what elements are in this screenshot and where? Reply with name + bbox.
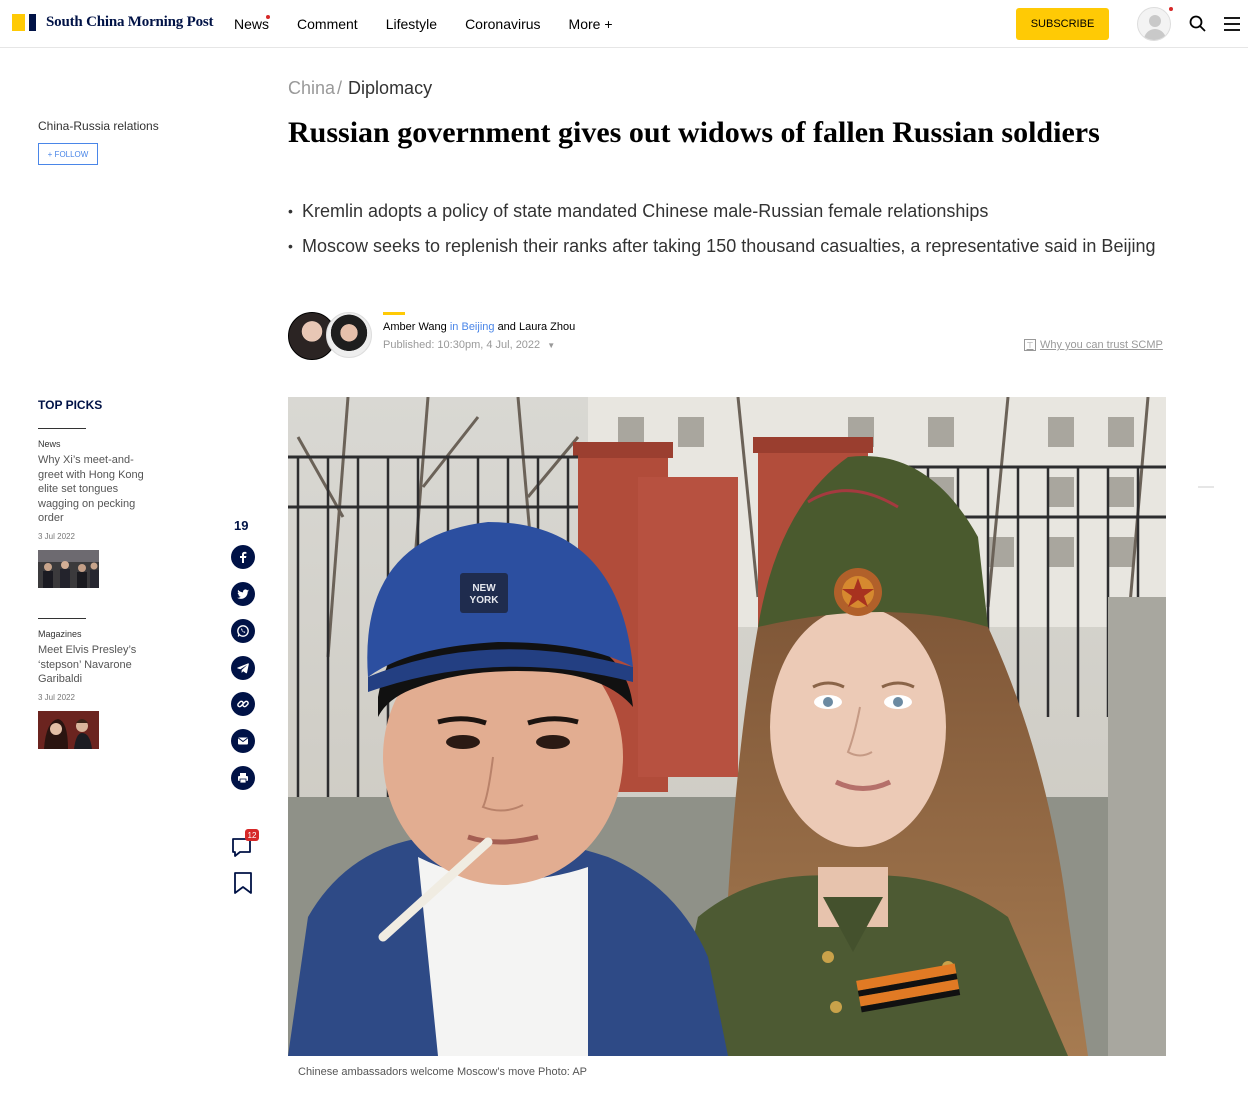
summary-bullet: Moscow seeks to replenish their ranks af… [288, 233, 1158, 259]
topic-label[interactable]: China-Russia relations [38, 119, 159, 133]
author-accent-bar [383, 312, 405, 315]
published-date[interactable]: Published: 10:30pm, 4 Jul, 2022 ▼ [383, 339, 555, 351]
byline: Amber Wang in Beijing and Laura Zhou [383, 321, 575, 333]
email-icon[interactable] [231, 729, 255, 753]
menu-icon[interactable] [1223, 15, 1241, 33]
pick-thumbnail[interactable] [38, 710, 99, 749]
logo-text: South China Morning Post [46, 14, 214, 30]
breadcrumb-current[interactable]: Diplomacy [348, 78, 432, 98]
telegram-icon[interactable] [231, 656, 255, 680]
nav-item-more[interactable]: More + [569, 16, 613, 32]
search-icon[interactable] [1189, 15, 1207, 33]
nav-item-coronavirus[interactable]: Coronavirus [465, 16, 540, 32]
author-name[interactable]: Amber Wang [383, 321, 447, 333]
chevron-down-icon: ▼ [547, 341, 556, 350]
article-headline: Russian government gives out widows of f… [288, 116, 1100, 149]
print-icon[interactable] [231, 766, 255, 790]
nav-item-news[interactable]: News [234, 16, 269, 32]
breadcrumb-separator: / [337, 78, 343, 98]
follow-button[interactable]: + FOLLOW [38, 143, 98, 165]
link-icon[interactable] [231, 692, 255, 716]
pick-category: News [38, 439, 61, 449]
scroll-indicator [1198, 486, 1214, 488]
divider [38, 428, 86, 429]
nav-item-comment[interactable]: Comment [297, 16, 358, 32]
whatsapp-icon[interactable] [231, 619, 255, 643]
logo-mark-yellow [12, 14, 25, 31]
pick-title[interactable]: Why Xi’s meet-and-greet with Hong Kong e… [38, 453, 154, 526]
author-name[interactable]: Laura Zhou [519, 321, 575, 333]
user-avatar-icon[interactable] [1137, 7, 1171, 41]
nav-item-lifestyle[interactable]: Lifestyle [386, 16, 437, 32]
article-hero-image[interactable]: NEW YORK [288, 397, 1166, 1056]
notification-dot [1169, 7, 1173, 11]
comment-count-badge: 12 [245, 829, 259, 841]
summary-bullet: Kremlin adopts a policy of state mandate… [288, 198, 1158, 224]
author-location: in Beijing [449, 321, 495, 333]
pick-thumbnail[interactable] [38, 549, 99, 588]
published-text: Published: 10:30pm, 4 Jul, 2022 [383, 339, 541, 351]
pick-title[interactable]: Meet Elvis Presley’s ‘stepson’ Navarone … [38, 643, 154, 687]
logo-mark-navy [29, 14, 36, 31]
pick-date: 3 Jul 2022 [38, 692, 75, 702]
facebook-icon[interactable] [231, 545, 255, 569]
image-caption: Chinese ambassadors welcome Moscow’s mov… [298, 1066, 587, 1078]
subscribe-button[interactable]: SUBSCRIBE [1016, 8, 1109, 40]
top-picks-heading: TOP PICKS [38, 398, 103, 412]
scmp-logo[interactable]: South China Morning Post [12, 14, 214, 31]
breadcrumb-parent[interactable]: China [288, 78, 335, 98]
svg-text:YORK: YORK [470, 595, 500, 606]
trust-link[interactable]: ⊤ Why you can trust SCMP [1024, 339, 1163, 351]
author-avatar[interactable] [326, 312, 372, 358]
trust-link-text: Why you can trust SCMP [1040, 339, 1163, 351]
pick-category: Magazines [38, 629, 82, 639]
bookmark-icon[interactable] [232, 871, 254, 895]
article-summary: Kremlin adopts a policy of state mandate… [288, 198, 1158, 268]
divider [38, 618, 86, 619]
top-navigation-bar: South China Morning Post News Comment Li… [0, 0, 1248, 48]
trust-icon: ⊤ [1024, 339, 1036, 351]
svg-text:NEW: NEW [472, 583, 496, 594]
twitter-icon[interactable] [231, 582, 255, 606]
top-pick-item[interactable]: Magazines Meet Elvis Presley’s ‘stepson’… [38, 629, 154, 749]
share-count: 19 [234, 518, 249, 533]
byline-conjunction: and [497, 321, 516, 333]
main-nav: News Comment Lifestyle Coronavirus More … [234, 15, 641, 32]
pick-date: 3 Jul 2022 [38, 531, 75, 541]
breadcrumb: China / Diplomacy [288, 78, 432, 99]
top-pick-item[interactable]: News Why Xi’s meet-and-greet with Hong K… [38, 439, 154, 588]
